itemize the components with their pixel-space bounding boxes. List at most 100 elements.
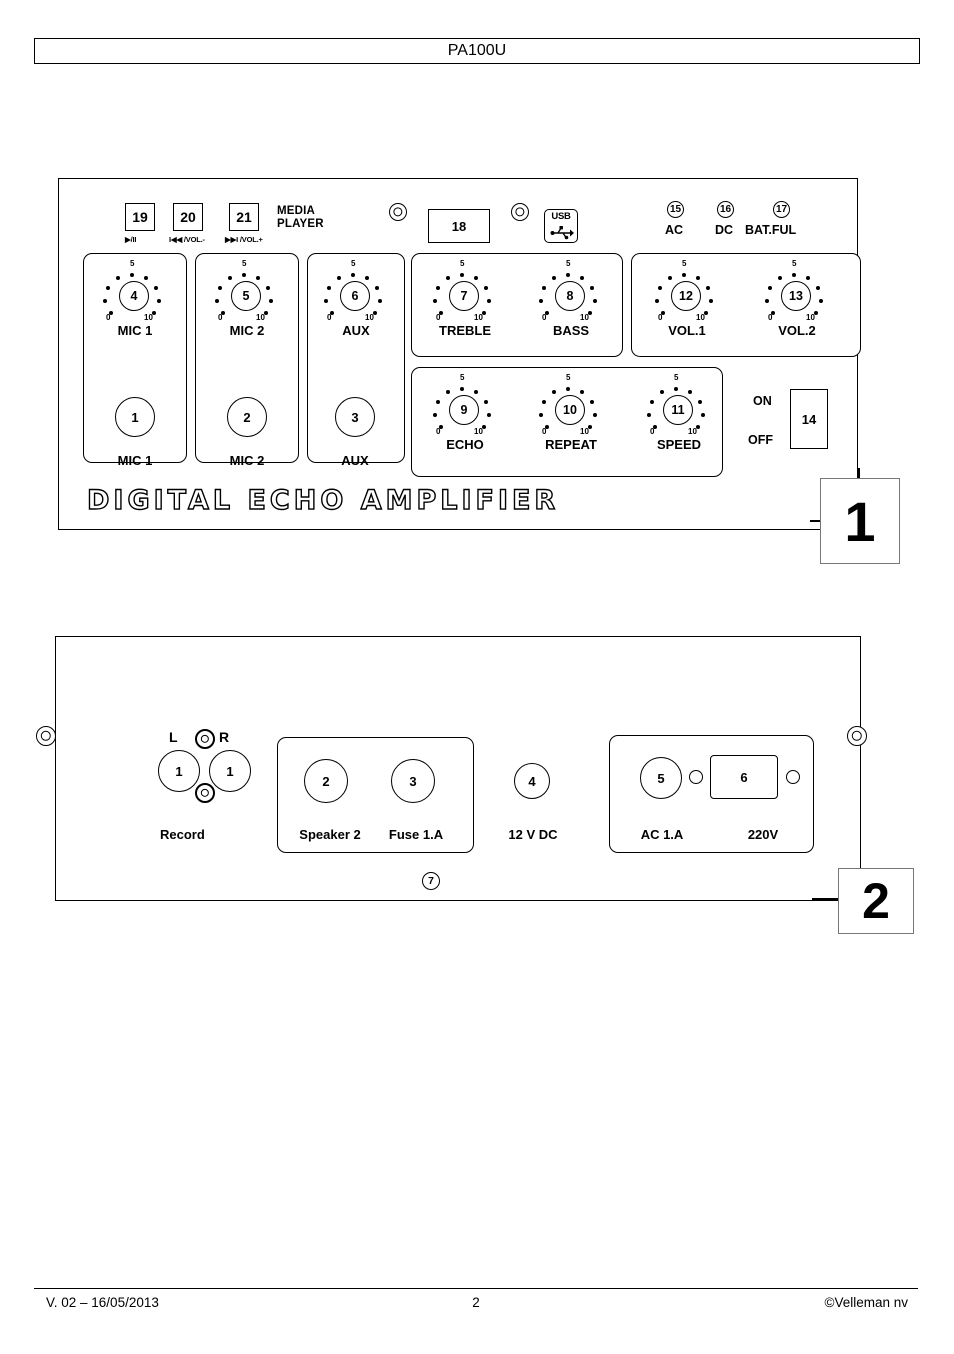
knob-treble[interactable]: 5 0 10 7 TREBLE xyxy=(427,259,503,338)
knob-dot xyxy=(327,286,332,291)
jack-mic1-input[interactable]: 1 xyxy=(115,397,155,437)
knob-dot xyxy=(698,400,703,405)
knob-dot xyxy=(593,413,598,418)
fuse-holder[interactable]: 3 xyxy=(391,759,435,803)
knob-speed[interactable]: 5 0 10 11 SPEED xyxy=(641,373,717,452)
knob-scale-max: 10 xyxy=(688,427,697,436)
media-prev-vol-down-label: I◀◀ /VOL.- xyxy=(169,235,205,244)
footer-page-number: 2 xyxy=(472,1294,480,1310)
knob-scale-min: 0 xyxy=(218,313,223,322)
knob-dot xyxy=(337,276,342,281)
knob-dot xyxy=(269,299,274,304)
knob-dot xyxy=(701,413,706,418)
knob-label-mic2: MIC 2 xyxy=(229,323,265,338)
knob-scale-max: 10 xyxy=(580,427,589,436)
knob-scale-min: 0 xyxy=(650,427,655,436)
knob-cap[interactable]: 13 xyxy=(781,281,811,311)
knob-echo[interactable]: 5 0 10 9 ECHO xyxy=(427,373,503,452)
knob-dot xyxy=(792,273,797,278)
media-play-pause-label: ▶/II xyxy=(125,235,137,244)
knob-dot xyxy=(566,387,571,392)
screw-icon xyxy=(847,726,867,746)
knob-cap[interactable]: 12 xyxy=(671,281,701,311)
knob-cap[interactable]: 6 xyxy=(340,281,370,311)
knob-dot xyxy=(668,276,673,281)
knob-cap[interactable]: 7 xyxy=(449,281,479,311)
knob-cap[interactable]: 5 xyxy=(231,281,261,311)
fuse-label: Fuse 1.A xyxy=(388,827,444,842)
knob-volume2[interactable]: 5 0 10 13 VOL.2 xyxy=(759,259,835,338)
jack-record-right[interactable]: 1 xyxy=(209,750,251,792)
screw-icon xyxy=(389,203,407,221)
knob-dot xyxy=(806,276,811,281)
knob-cap[interactable]: 10 xyxy=(555,395,585,425)
knob-dot xyxy=(590,286,595,291)
knob-scale-max: 10 xyxy=(696,313,705,322)
knob-dot xyxy=(566,273,571,278)
knob-mic1[interactable]: 5 0 10 4 MIC 1 xyxy=(97,259,173,338)
knob-dot xyxy=(647,413,652,418)
record-ring-top-icon xyxy=(195,729,215,749)
knob-repeat[interactable]: 5 0 10 10 REPEAT xyxy=(533,373,609,452)
knob-dot xyxy=(106,286,111,291)
knob-scale-min: 0 xyxy=(436,427,441,436)
footer-copyright: ©Velleman nv xyxy=(824,1294,909,1310)
indicator-battery-full-callout: 17 xyxy=(773,201,790,218)
knob-dot xyxy=(154,286,159,291)
knob-cap[interactable]: 9 xyxy=(449,395,479,425)
knob-scale-min: 0 xyxy=(658,313,663,322)
knob-scale-mid: 5 xyxy=(130,259,135,268)
knob-bass[interactable]: 5 0 10 8 BASS xyxy=(533,259,609,338)
knob-cap[interactable]: 4 xyxy=(119,281,149,311)
knob-dot xyxy=(436,286,441,291)
knob-cap[interactable]: 8 xyxy=(555,281,585,311)
jack-ac-input[interactable]: 5 xyxy=(640,757,682,799)
knob-volume1[interactable]: 5 0 10 12 VOL.1 xyxy=(649,259,725,338)
knob-dot xyxy=(256,276,261,281)
record-ring-bottom-icon xyxy=(195,783,215,803)
knob-dot xyxy=(484,400,489,405)
power-switch[interactable]: 14 xyxy=(790,389,828,449)
knob-dot xyxy=(324,299,329,304)
switch-on-label: ON xyxy=(753,394,772,408)
jack-record-left[interactable]: 1 xyxy=(158,750,200,792)
knob-dot xyxy=(765,299,770,304)
knob-dot xyxy=(768,286,773,291)
knob-dot xyxy=(542,286,547,291)
led-display: 18 xyxy=(428,209,490,243)
usb-icon[interactable]: USB xyxy=(544,209,578,243)
knob-label-aux: AUX xyxy=(342,323,370,338)
knob-dot xyxy=(487,413,492,418)
knob-dot xyxy=(819,299,824,304)
jack-dc-input[interactable]: 4 xyxy=(514,763,550,799)
knob-scale-mid: 5 xyxy=(242,259,247,268)
media-next-vol-up-label: ▶▶I /VOL.+ xyxy=(225,235,263,244)
knob-label-repeat: REPEAT xyxy=(545,437,597,452)
mains-connector[interactable]: 6 xyxy=(710,755,778,799)
knob-label-echo: ECHO xyxy=(446,437,484,452)
knob-mic2[interactable]: 5 0 10 5 MIC 2 xyxy=(209,259,285,338)
knob-cap[interactable]: 11 xyxy=(663,395,693,425)
knob-dot xyxy=(709,299,714,304)
knob-scale-min: 0 xyxy=(542,313,547,322)
knob-dot xyxy=(460,387,465,392)
knob-dot xyxy=(215,299,220,304)
knob-dot xyxy=(436,400,441,405)
jack-mic2-input[interactable]: 2 xyxy=(227,397,267,437)
jack-aux-input[interactable]: 3 xyxy=(335,397,375,437)
media-play-pause-button[interactable]: 19 xyxy=(125,203,155,231)
knob-dot xyxy=(658,286,663,291)
knob-dot xyxy=(228,276,233,281)
knob-scale-min: 0 xyxy=(436,313,441,322)
knob-dot xyxy=(242,273,247,278)
jack-speaker2[interactable]: 2 xyxy=(304,759,348,803)
media-next-vol-up-button[interactable]: 21 xyxy=(229,203,259,231)
jack-label-mic2: MIC 2 xyxy=(229,453,265,468)
knob-scale-max: 10 xyxy=(474,313,483,322)
knob-aux[interactable]: 5 0 10 6 AUX xyxy=(318,259,394,338)
figure-1-label: 1 xyxy=(820,478,900,564)
screw-icon xyxy=(511,203,529,221)
jack-label-aux: AUX xyxy=(341,453,369,468)
dc-input-label: 12 V DC xyxy=(508,827,558,842)
media-prev-vol-down-button[interactable]: 20 xyxy=(173,203,203,231)
